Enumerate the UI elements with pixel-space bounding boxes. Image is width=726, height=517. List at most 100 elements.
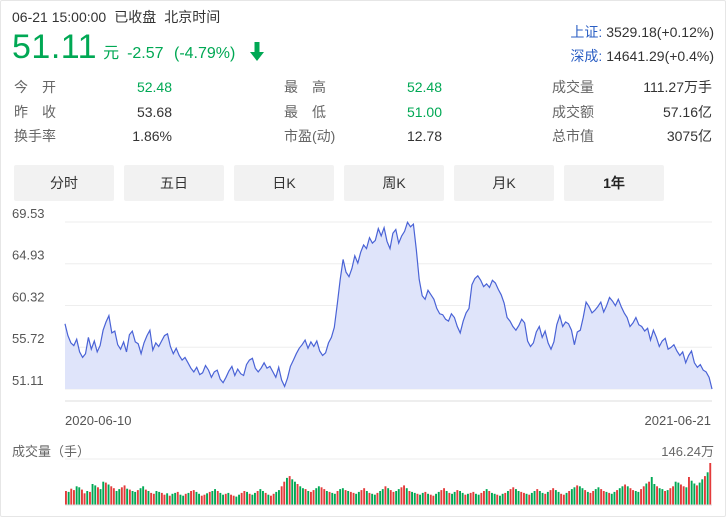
volume-bar [310, 491, 312, 505]
volume-bar [211, 491, 214, 505]
volume-bar [158, 491, 161, 505]
index-name: 上证: [570, 24, 603, 40]
volume-bar [171, 493, 174, 505]
volume-bar [440, 490, 443, 505]
volume-bar [680, 484, 682, 505]
volume-bar [184, 493, 187, 505]
volume-bar [560, 493, 563, 505]
volume-bar [688, 477, 690, 505]
volume-bar [698, 482, 701, 505]
volume-bar [123, 485, 126, 505]
volume-bar [192, 490, 195, 505]
volume-bar [626, 486, 629, 505]
volume-bar [650, 477, 653, 505]
volume-bar [302, 488, 304, 505]
volume-bar [696, 485, 698, 505]
volume-bar [672, 486, 674, 505]
volume-bar [448, 492, 451, 505]
volume-bar [256, 491, 259, 505]
volume-bar [616, 490, 618, 505]
y-tick-label: 60.32 [12, 290, 45, 305]
volume-bar [413, 492, 416, 505]
volume-bar [155, 491, 158, 505]
volume-bar [389, 490, 392, 505]
volume-bar [283, 481, 286, 505]
volume-bar [190, 491, 192, 505]
volume-bar [493, 493, 496, 505]
tab-monthly-k[interactable]: 月K [454, 165, 554, 201]
volume-bar [150, 492, 153, 505]
volume-bar [594, 489, 597, 505]
price-change-percent: (-4.79%) [174, 45, 236, 62]
volume-bar [262, 491, 264, 505]
volume-bar [584, 490, 587, 505]
index-row-shenzhen[interactable]: 深成: 14641.29(+0.4%) [570, 44, 714, 68]
volume-bar [570, 489, 573, 505]
volume-bar [118, 489, 121, 505]
volume-bar [328, 491, 331, 505]
volume-bar [557, 491, 560, 505]
open-value: 52.48 [136, 79, 172, 95]
tab-daily-k[interactable]: 日K [234, 165, 334, 201]
down-arrow-icon [249, 42, 264, 62]
price-chart[interactable]: 69.53 64.93 60.32 55.72 51.11 2020-06-10 202… [0, 205, 726, 517]
y-tick-label: 69.53 [12, 206, 45, 221]
volume-bar [530, 492, 533, 505]
tab-one-year[interactable]: 1年 [564, 165, 664, 201]
volume-bar [704, 476, 706, 505]
chart-period-tabs: 分时 五日 日K 周K 月K 1年 [14, 165, 664, 201]
volume-bar [536, 489, 539, 505]
prev-close-label: 昨 收 [14, 103, 56, 120]
market-cap-label: 总市值 [552, 128, 594, 144]
volume-bar [674, 481, 677, 505]
volume-bar [456, 490, 459, 505]
volume-bar [166, 493, 169, 505]
volume-bar [475, 493, 477, 505]
volume-bar [544, 493, 547, 505]
volume-bar [421, 492, 424, 505]
volume-bar [299, 486, 302, 505]
volume-bar [317, 486, 320, 505]
volume-bar [176, 491, 179, 505]
volume-bar [347, 491, 350, 505]
volume-bar [232, 495, 235, 505]
low-label: 最 低 [284, 103, 326, 120]
tab-intraday[interactable]: 分时 [14, 165, 114, 201]
volume-bar [323, 489, 326, 505]
volume-bar [637, 491, 640, 505]
volume-bar [568, 491, 571, 505]
volume-bar [472, 491, 475, 505]
volume-bar [488, 491, 491, 505]
volume-bar [653, 484, 656, 505]
volume-bar [230, 494, 232, 505]
market-indices: 上证: 3529.18(+0.12%) 深成: 14641.29(+0.4%) [570, 20, 714, 68]
index-row-shanghai[interactable]: 上证: 3529.18(+0.12%) [570, 20, 714, 44]
volume-bar [75, 486, 78, 505]
volume-bar [270, 495, 272, 505]
volume-bar [403, 485, 405, 505]
volume-bar [608, 492, 611, 505]
amount-label: 成交额 [552, 103, 594, 120]
volume-bar [174, 492, 177, 505]
volume-bar [435, 493, 437, 505]
volume-bar [160, 492, 163, 505]
volume-bar [70, 488, 73, 505]
volume-bar [83, 493, 86, 505]
volume-bar [453, 491, 456, 505]
volume-bar [520, 491, 523, 505]
volume-bar [280, 486, 283, 505]
volume-bar [187, 492, 190, 505]
price-row: 51.11 元 -2.57 (-4.79%) [12, 28, 264, 67]
volume-bar [240, 492, 243, 505]
volume-bar [512, 487, 515, 505]
volume-bar [592, 491, 595, 505]
volume-bar [67, 491, 70, 505]
tab-weekly-k[interactable]: 周K [344, 165, 444, 201]
turnover-rate-label: 换手率 [14, 128, 56, 144]
volume-bar [491, 492, 493, 505]
volume-bar [642, 486, 645, 505]
volume-bar [546, 491, 549, 505]
low-value: 51.00 [406, 103, 442, 120]
volume-bar [602, 491, 605, 505]
tab-five-day[interactable]: 五日 [124, 165, 224, 201]
